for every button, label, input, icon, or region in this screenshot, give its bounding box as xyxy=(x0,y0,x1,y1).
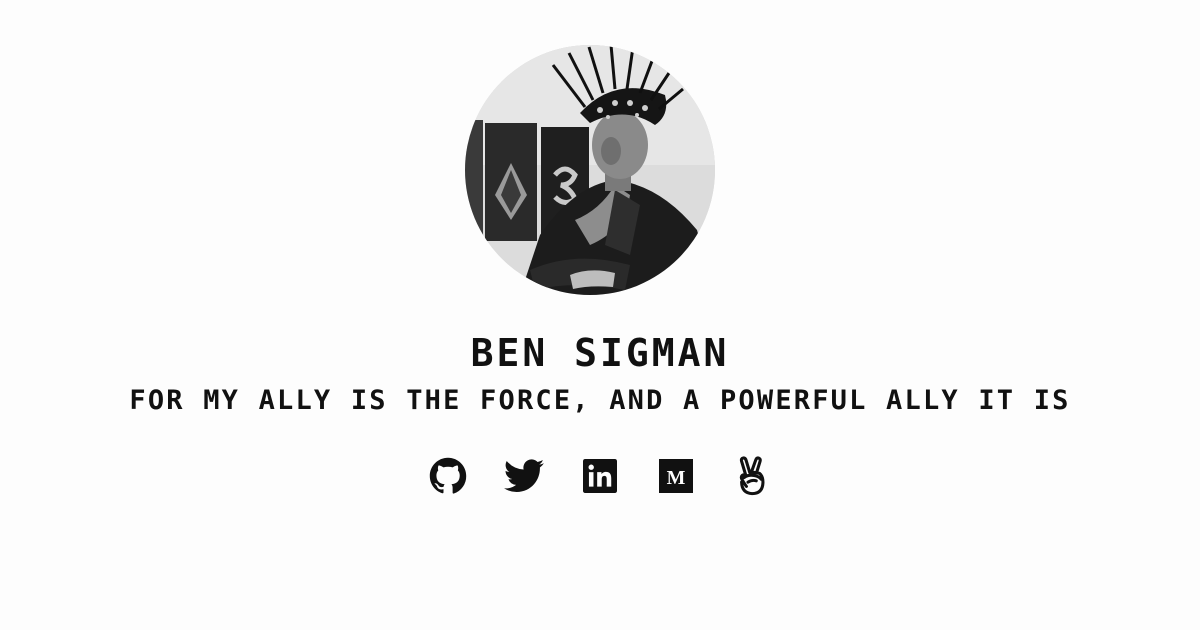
medium-icon: M xyxy=(659,459,693,493)
linkedin-link[interactable] xyxy=(580,456,620,496)
github-icon xyxy=(429,457,467,494)
twitter-link[interactable] xyxy=(504,456,544,496)
profile-avatar xyxy=(465,45,715,295)
medium-link[interactable]: M xyxy=(656,456,696,496)
twitter-icon xyxy=(504,459,544,492)
profile-name: BEN SIGMAN xyxy=(470,331,730,375)
profile-photo xyxy=(465,45,715,295)
profile-tagline: FOR MY ALLY IS THE FORCE, AND A POWERFUL… xyxy=(129,385,1071,416)
angellist-icon xyxy=(739,456,765,496)
social-links: M xyxy=(0,456,1200,496)
linkedin-icon xyxy=(583,459,617,493)
github-link[interactable] xyxy=(428,456,468,496)
svg-text:M: M xyxy=(667,467,686,489)
angellist-link[interactable] xyxy=(732,456,772,496)
